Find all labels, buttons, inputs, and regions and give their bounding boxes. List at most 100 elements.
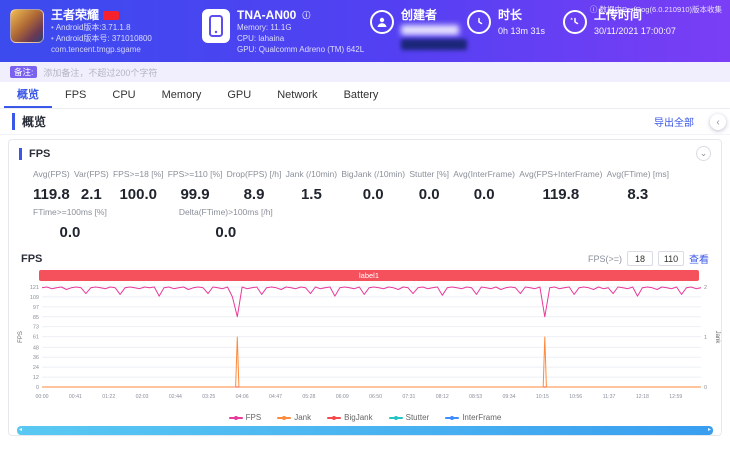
svg-text:FPS: FPS: [18, 331, 24, 343]
metric-label: Drop(FPS) [/h]: [226, 169, 282, 179]
scroll-right-icon[interactable]: ▸: [708, 426, 711, 435]
metric-value: 8.9: [243, 186, 265, 203]
fps-card-header: FPS ⌄: [9, 140, 721, 165]
svg-text:04:47: 04:47: [269, 394, 282, 400]
metric-label: BigJank (/10min): [341, 169, 406, 179]
metric-label: Avg(InterFrame): [453, 169, 515, 179]
tab-memory[interactable]: Memory: [149, 82, 215, 108]
android-version: Android版本:3.71.1.8: [55, 23, 131, 32]
metric: FPS>=110 [%] 99.9: [168, 169, 223, 203]
metric-label: Avg(FPS): [33, 169, 70, 179]
svg-text:48: 48: [33, 345, 39, 351]
svg-text:24: 24: [33, 365, 39, 371]
chart-legend: FPS Jank BigJank Stutter InterFrame: [9, 411, 721, 424]
overview-section-header: 概览 导出全部 ‹: [0, 109, 730, 135]
fps-threshold-max-input[interactable]: [658, 251, 684, 266]
label-banner[interactable]: label1: [39, 270, 699, 281]
fps-card-title: FPS: [19, 147, 50, 160]
svg-text:2: 2: [704, 285, 707, 291]
metric-value: 0.0: [215, 224, 237, 241]
creator-id-blurred: [401, 39, 467, 50]
game-package: com.tencent.tmgp.sgame: [51, 45, 141, 54]
legend-item-jank[interactable]: Jank: [277, 413, 311, 422]
metric: Avg(FPS+InterFrame) 119.8: [519, 169, 602, 203]
svg-text:12:59: 12:59: [669, 394, 682, 400]
export-all-button[interactable]: 导出全部: [654, 114, 694, 129]
legend-marker-icon: [388, 415, 403, 420]
legend-item-interframe[interactable]: InterFrame: [445, 413, 501, 422]
scroll-left-icon[interactable]: ◂: [19, 426, 22, 435]
svg-text:00:00: 00:00: [36, 394, 49, 400]
svg-text:10:15: 10:15: [536, 394, 549, 400]
tab-fps[interactable]: FPS: [52, 82, 99, 108]
metric-label: Var(FPS): [73, 169, 109, 179]
phone-icon: [202, 9, 230, 43]
upload-time-value: 30/11/2021 17:00:07: [594, 26, 676, 36]
metric-value: 0.0: [59, 224, 81, 241]
tab-概览[interactable]: 概览: [4, 82, 52, 108]
creator-avatar-icon: [370, 10, 394, 34]
metric-label: Delta(FTime)>100ms [/h]: [178, 207, 273, 217]
chart-horizontal-scrollbar[interactable]: ◂ ▸: [17, 426, 713, 435]
upload-clock-icon: [563, 10, 587, 34]
legend-label: BigJank: [344, 413, 373, 422]
metric-value: 1.5: [300, 186, 322, 203]
tab-network[interactable]: Network: [264, 82, 330, 108]
legend-item-stutter[interactable]: Stutter: [388, 413, 429, 422]
note-label: 备注:: [10, 66, 38, 78]
svg-text:06:50: 06:50: [369, 394, 382, 400]
metric-value: 2.1: [80, 186, 102, 203]
metric-value: 99.9: [180, 186, 210, 203]
svg-text:06:09: 06:09: [336, 394, 349, 400]
duration-label: 时长: [498, 8, 523, 22]
tab-cpu[interactable]: CPU: [99, 82, 148, 108]
fps-chart-header: FPS FPS(>=) 查看: [9, 249, 721, 268]
android-version-code: Android版本号: 371010800: [55, 34, 152, 43]
svg-text:11:37: 11:37: [603, 394, 616, 400]
metric: FTime>=100ms [%] 0.0: [33, 207, 107, 241]
svg-text:73: 73: [33, 325, 39, 331]
metric: BigJank (/10min) 0.0: [341, 169, 405, 203]
svg-text:85: 85: [33, 315, 39, 321]
note-input-placeholder[interactable]: 添加备注，不超过200个字符: [43, 66, 157, 79]
legend-item-fps[interactable]: FPS: [228, 413, 261, 422]
view-button[interactable]: 查看: [689, 251, 709, 266]
legend-marker-icon: [327, 415, 342, 420]
overview-title: 概览: [12, 113, 46, 130]
game-title-badge: [103, 11, 120, 20]
metric: Avg(InterFrame) 0.0: [453, 169, 515, 203]
sidebar-collapse-button[interactable]: ‹: [710, 114, 726, 130]
metric: Avg(FTime) [ms] 8.3: [607, 169, 669, 203]
svg-text:97: 97: [33, 305, 39, 311]
svg-text:0: 0: [36, 385, 39, 391]
svg-text:05:28: 05:28: [302, 394, 315, 400]
legend-label: Jank: [294, 413, 312, 422]
legend-marker-icon: [228, 415, 243, 420]
creator-label: 创建者: [401, 8, 438, 22]
fps-threshold-min-input[interactable]: [627, 251, 653, 266]
tab-bar: 概览 FPS CPU Memory GPU Network Battery: [0, 82, 730, 109]
fps-collapse-button[interactable]: ⌄: [696, 146, 711, 161]
note-bar: 备注: 添加备注，不超过200个字符: [0, 62, 730, 82]
metric-value: 100.0: [119, 186, 157, 203]
metric-value: 119.8: [542, 186, 580, 203]
tab-gpu[interactable]: GPU: [214, 82, 264, 108]
device-info-icon[interactable]: ⓘ: [302, 9, 310, 22]
duration-block: 时长 0h 13m 31s: [467, 9, 563, 36]
metric: Drop(FPS) [/h] 8.9: [227, 169, 282, 203]
fps-threshold-label: FPS(>=): [587, 253, 622, 264]
metric-label: Jank (/10min): [285, 169, 338, 179]
metric-value: 119.8: [33, 186, 70, 203]
svg-text:0: 0: [704, 385, 707, 391]
game-title: 王者荣耀: [51, 8, 100, 22]
tab-battery[interactable]: Battery: [331, 82, 392, 108]
device-info-block: TNA-AN00 ⓘ Memory: 11.1G CPU: lahaina GP…: [202, 9, 370, 55]
device-memory: Memory: 11.1G: [237, 23, 292, 32]
legend-item-bigjank[interactable]: BigJank: [327, 413, 373, 422]
metric-label: Stutter [%]: [409, 169, 450, 179]
header: 王者荣耀 • Android版本:3.71.1.8 • Android版本号: 37…: [0, 0, 730, 62]
svg-text:02:03: 02:03: [136, 394, 149, 400]
fps-chart-area[interactable]: 0 12 24 36 48 61 73 85 97 109 121 0 1 2 00:00 00:41 01:2…: [9, 282, 721, 411]
metric: Avg(FPS) 119.8: [33, 169, 70, 203]
fps-line-chart[interactable]: 0122436486173859710912101200:00 00:41 01:2…: [15, 282, 721, 406]
